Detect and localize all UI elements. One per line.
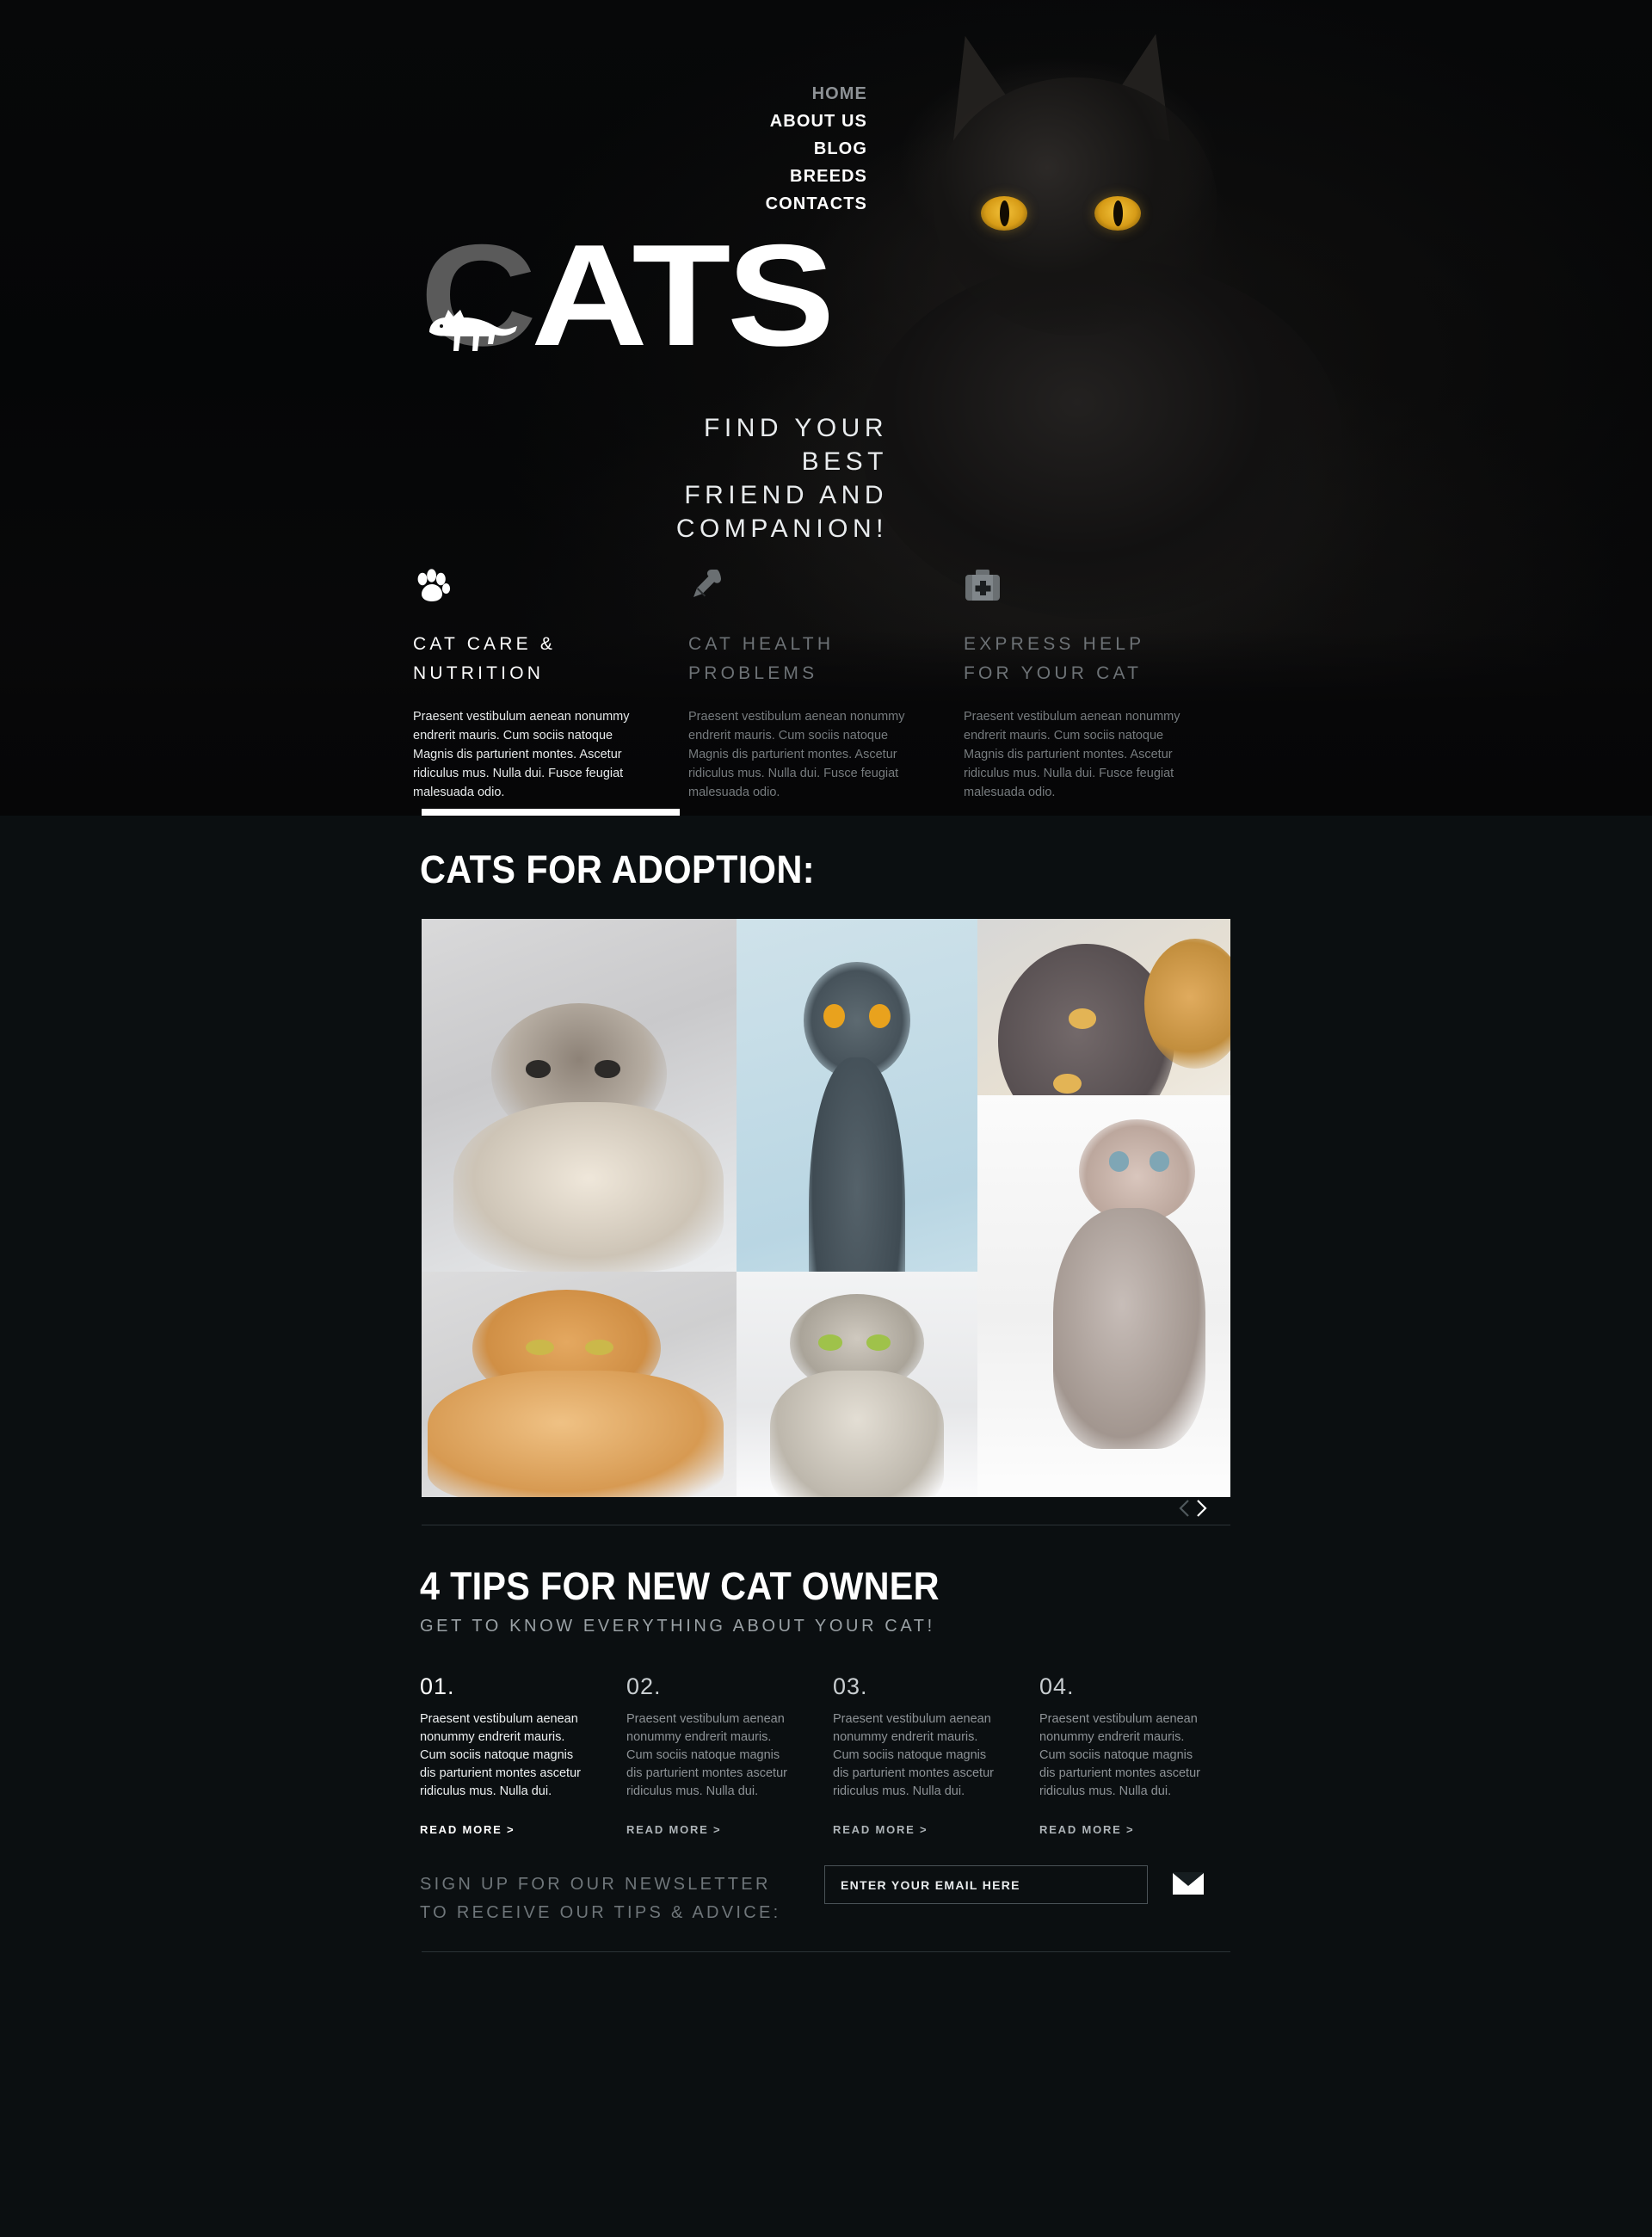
tips-subtitle: GET TO KNOW EVERYTHING ABOUT YOUR CAT! [420, 1617, 935, 1636]
gallery-item-4[interactable] [422, 1272, 737, 1497]
read-more-link[interactable]: READ MORE > [833, 1823, 928, 1836]
envelope-icon [1173, 1872, 1204, 1895]
first-aid-kit-icon [964, 568, 1206, 607]
tip-text: Praesent vestibulum aenean nonummy endre… [420, 1712, 581, 1798]
hero-cat-pupil-right [1113, 200, 1123, 226]
read-more-link[interactable]: READ MORE > [626, 1823, 721, 1836]
feature-text: Praesent vestibulum aenean nonummy endre… [688, 710, 905, 799]
tip-item-2[interactable]: 02. Praesent vestibulum aenean nonummy e… [626, 1673, 833, 1838]
feature-title-line-1: CAT HEALTH [688, 634, 835, 654]
feature-text: Praesent vestibulum aenean nonummy endre… [413, 710, 630, 799]
feature-cat-health[interactable]: CAT HEALTH PROBLEMS Praesent vestibulum … [688, 568, 964, 802]
sphynx-cat-sitting-photo [977, 1095, 1230, 1497]
main-navigation[interactable]: HOME ABOUT US BLOG BREEDS CONTACTS [766, 81, 867, 217]
newsletter-label: SIGN UP FOR OUR NEWSLETTER TO RECEIVE OU… [420, 1865, 824, 1927]
paw-icon [413, 568, 656, 607]
gallery-navigation[interactable] [1179, 1499, 1207, 1518]
gallery-item-1[interactable] [422, 919, 737, 1272]
tagline-line-2: FRIEND AND [684, 481, 888, 509]
tip-text: Praesent vestibulum aenean nonummy endre… [626, 1712, 787, 1798]
feature-title-line-2: PROBLEMS [688, 663, 818, 683]
feature-text: Praesent vestibulum aenean nonummy endre… [964, 710, 1180, 799]
feature-title-line-1: EXPRESS HELP [964, 634, 1145, 654]
ginger-persian-lying-photo [422, 1272, 737, 1497]
tip-text: Praesent vestibulum aenean nonummy endre… [833, 1712, 994, 1798]
footer-divider [422, 1951, 1230, 1952]
feature-title-line-2: FOR YOUR CAT [964, 663, 1143, 683]
feature-title-line-2: NUTRITION [413, 663, 545, 683]
tip-text: Praesent vestibulum aenean nonummy endre… [1039, 1712, 1200, 1798]
british-shorthair-colorpoint-photo [422, 919, 737, 1272]
tagline-line-3: COMPANION! [675, 515, 888, 543]
hero-tagline: FIND YOUR BEST FRIEND AND COMPANION! [621, 411, 888, 545]
nav-item-contacts[interactable]: CONTACTS [766, 191, 867, 217]
tip-number: 04. [1039, 1673, 1075, 1699]
tip-item-4[interactable]: 04. Praesent vestibulum aenean nonummy e… [1039, 1673, 1246, 1838]
adoption-heading: CATS FOR ADOPTION: [420, 847, 849, 892]
newsletter-label-line-1: SIGN UP FOR OUR NEWSLETTER [420, 1875, 771, 1894]
nav-item-blog[interactable]: BLOG [814, 136, 867, 162]
hero-section: HOME ABOUT US BLOG BREEDS CONTACTS C ATS… [0, 0, 1652, 816]
newsletter-label-line-2: TO RECEIVE OUR TIPS & ADVICE: [420, 1903, 781, 1922]
newsletter-submit-button[interactable] [1172, 1870, 1205, 1896]
cat-silhouette-icon [429, 310, 517, 351]
tip-number: 01. [420, 1673, 455, 1699]
tip-item-1[interactable]: 01. Praesent vestibulum aenean nonummy e… [420, 1673, 626, 1838]
dropper-icon [688, 568, 931, 607]
feature-title: EXPRESS HELP FOR YOUR CAT [964, 630, 1206, 688]
tip-item-3[interactable]: 03. Praesent vestibulum aenean nonummy e… [833, 1673, 1039, 1838]
newsletter-signup: SIGN UP FOR OUR NEWSLETTER TO RECEIVE OU… [420, 1865, 1246, 1927]
tip-number: 02. [626, 1673, 662, 1699]
feature-title-line-1: CAT CARE & [413, 634, 557, 654]
tips-list: 01. Praesent vestibulum aenean nonummy e… [420, 1673, 1246, 1838]
tagline-line-1: FIND YOUR BEST [704, 414, 888, 476]
silver-tabby-longhair-photo [737, 1272, 977, 1497]
chevron-right-icon[interactable] [1196, 1499, 1207, 1518]
nav-item-home[interactable]: HOME [812, 81, 867, 107]
tip-number: 03. [833, 1673, 868, 1699]
nav-item-breeds[interactable]: BREEDS [790, 163, 867, 189]
hero-feature-columns: CAT CARE & NUTRITION Praesent vestibulum… [413, 568, 1239, 802]
hero-cat-head [934, 77, 1217, 336]
gallery-item-5[interactable] [737, 1272, 977, 1497]
read-more-link[interactable]: READ MORE > [420, 1823, 515, 1836]
feature-title: CAT CARE & NUTRITION [413, 630, 656, 688]
feature-title: CAT HEALTH PROBLEMS [688, 630, 931, 688]
gallery-item-6[interactable] [977, 1095, 1230, 1497]
logo-letters-ats: ATS [531, 214, 835, 376]
feature-cat-care[interactable]: CAT CARE & NUTRITION Praesent vestibulum… [413, 568, 688, 802]
page-root: HOME ABOUT US BLOG BREEDS CONTACTS C ATS… [0, 0, 1652, 2237]
feature-express-help[interactable]: EXPRESS HELP FOR YOUR CAT Praesent vesti… [964, 568, 1239, 802]
newsletter-email-input[interactable] [824, 1865, 1148, 1904]
footer-section: C ATS © 2014 | PRIVACY POLICY USA – CHIC… [0, 1979, 1652, 2237]
tips-heading: 4 TIPS FOR NEW CAT OWNER GET TO KNOW EVE… [420, 1564, 984, 1636]
adoption-title: CATS FOR ADOPTION: [420, 847, 816, 891]
chevron-left-icon[interactable] [1179, 1499, 1190, 1518]
read-more-link[interactable]: READ MORE > [1039, 1823, 1134, 1836]
hero-cat-pupil-left [1000, 200, 1009, 226]
nav-item-about-us[interactable]: ABOUT US [770, 108, 867, 134]
adoption-gallery[interactable] [422, 919, 1230, 1497]
tips-title: 4 TIPS FOR NEW CAT OWNER [420, 1564, 940, 1608]
active-feature-indicator [422, 809, 680, 816]
